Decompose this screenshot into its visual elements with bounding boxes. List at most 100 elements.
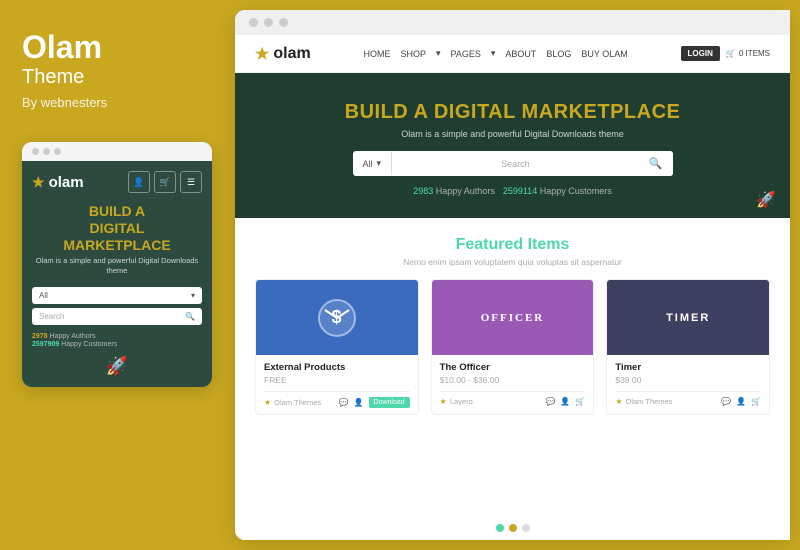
cart-button[interactable]: 🛒 0 ITEMS <box>726 49 770 58</box>
desktop-hero-sub: Olam is a simple and powerful Digital Do… <box>255 129 770 139</box>
mobile-star-icon: ★ <box>32 174 45 191</box>
nav-blog[interactable]: BLOG <box>546 49 571 59</box>
product-price-3: $39.00 <box>615 375 761 385</box>
author-star-icon-3: ★ <box>615 397 622 406</box>
bottom-dots <box>235 516 790 540</box>
nav-shop[interactable]: SHOP <box>400 49 426 59</box>
mobile-stat-authors: 2978 Happy Authors <box>32 333 202 340</box>
mobile-user-icon[interactable]: 👤 <box>128 171 150 193</box>
desktop-logo: ★ olam <box>255 44 311 64</box>
product-thumb-label-2: OFFICER <box>481 312 545 324</box>
person-icon-2: 👤 <box>560 397 570 406</box>
desktop-logo-text: olam <box>273 45 310 63</box>
mobile-menu-icon[interactable]: ☰ <box>180 171 202 193</box>
nav-home[interactable]: HOME <box>363 49 390 59</box>
search-select-value: All <box>363 159 373 169</box>
featured-title-normal: Featured <box>456 236 524 253</box>
mobile-authors-label: Happy Authors <box>50 333 96 340</box>
product-thumb-1: $ <box>256 280 418 355</box>
featured-title-accent: Items <box>528 236 570 253</box>
product-author-2: ★ Layero <box>440 397 473 406</box>
product-author-3: ★ Olam Themes <box>615 397 672 406</box>
brand-by: By webnesters <box>22 95 213 110</box>
desktop-star-icon: ★ <box>255 44 269 64</box>
mobile-nav-icons: 👤 🛒 ☰ <box>128 171 202 193</box>
mobile-hero-sub: Olam is a simple and powerful Digital Do… <box>32 256 202 277</box>
mobile-content: ★ olam 👤 🛒 ☰ BUILD A DIGITAL MARKETPLACE… <box>22 161 212 386</box>
hero-title-normal: BUILD A <box>345 101 428 123</box>
author-star-icon-2: ★ <box>440 397 447 406</box>
cart-count: 0 ITEMS <box>739 49 770 58</box>
mobile-dot-2 <box>43 148 50 155</box>
author-name-1: Olam Themes <box>274 398 321 407</box>
product-name-2: The Officer <box>440 362 586 373</box>
featured-title: Featured Items <box>255 236 770 254</box>
desktop-dot-3 <box>279 18 288 27</box>
mobile-search-row[interactable]: Search 🔍 <box>32 308 202 325</box>
product-price-2: $10.00 - $36.00 <box>440 375 586 385</box>
product-thumb-3: TIMER <box>607 280 769 355</box>
hero-title-accent: DIGITAL MARKETPLACE <box>434 101 681 123</box>
download-button-1[interactable]: Download <box>369 397 410 408</box>
mobile-stat-customers: 2597909 Happy Customers <box>32 341 202 348</box>
mobile-mockup: ★ olam 👤 🛒 ☰ BUILD A DIGITAL MARKETPLACE… <box>22 142 212 386</box>
person-icon-1: 👤 <box>354 398 364 407</box>
nav-buy-olam[interactable]: BUY OLAM <box>581 49 627 59</box>
nav-pages[interactable]: PAGES <box>451 49 481 59</box>
desktop-stat-authors: 2983 Happy Authors <box>413 186 495 196</box>
desktop-hero-title: BUILD A DIGITAL MARKETPLACE <box>255 101 770 124</box>
login-button[interactable]: LOGIN <box>681 46 720 61</box>
author-name-3: Olam Themes <box>626 397 673 406</box>
mobile-astronaut-icon: 🚀 <box>106 356 128 377</box>
featured-header: Featured Items Nemo enim ipsam voluptate… <box>255 236 770 267</box>
product-card-2: OFFICER The Officer $10.00 - $36.00 ★ La… <box>431 279 595 415</box>
desktop-stat-customers: 2599114 Happy Customers <box>503 186 612 196</box>
bottom-dot-1[interactable] <box>496 524 504 532</box>
desktop-customers-num: 2599114 <box>503 186 537 196</box>
mobile-search-group: All ▾ Search 🔍 <box>32 287 202 325</box>
nav-about[interactable]: ABOUT <box>505 49 536 59</box>
mobile-customers-num: 2597909 <box>32 341 59 348</box>
mobile-select-label: All <box>39 291 48 300</box>
desktop-search-bar: All ▾ Search 🔍 <box>353 151 673 176</box>
product-actions-1: ★ Olam Themes 💬 👤 Download <box>264 391 410 408</box>
search-button[interactable]: 🔍 <box>639 151 673 176</box>
desktop-hero: BUILD A DIGITAL MARKETPLACE Olam is a si… <box>235 73 790 218</box>
search-chevron-icon: ▾ <box>377 158 382 169</box>
product-info-1: External Products FREE ★ Olam Themes 💬 👤… <box>256 355 418 414</box>
bottom-dot-3[interactable] <box>522 524 530 532</box>
mobile-dot-3 <box>54 148 61 155</box>
desktop-dot-2 <box>264 18 273 27</box>
mobile-stats: 2978 Happy Authors 2597909 Happy Custome… <box>32 333 202 348</box>
mobile-footer-icon: 🚀 <box>32 356 202 377</box>
mobile-search-icon: 🔍 <box>185 312 195 321</box>
author-name-2: Layero <box>450 397 473 406</box>
comment-icon-1: 💬 <box>339 398 349 407</box>
product-price-1: FREE <box>264 375 410 385</box>
product-action-icons-1: 💬 👤 Download <box>339 397 410 408</box>
cart-icon: 🛒 <box>726 49 736 58</box>
product-info-2: The Officer $10.00 - $36.00 ★ Layero 💬 👤… <box>432 355 594 412</box>
left-panel: Olam Theme By webnesters ★ olam 👤 🛒 ☰ <box>0 0 235 550</box>
desktop-nav-right: LOGIN 🛒 0 ITEMS <box>681 46 770 61</box>
mobile-cart-icon[interactable]: 🛒 <box>154 171 176 193</box>
mobile-hero-line2: DIGITAL <box>90 220 145 236</box>
mobile-customers-label: Happy Customers <box>61 341 117 348</box>
mobile-logo: ★ olam <box>32 174 84 191</box>
brand-title: Olam <box>22 30 213 65</box>
search-select[interactable]: All ▾ <box>353 152 393 175</box>
mobile-authors-num: 2978 <box>32 333 48 340</box>
product-info-3: Timer $39.00 ★ Olam Themes 💬 👤 🛒 <box>607 355 769 412</box>
product-card-1: $ External Products FREE ★ Olam Themes <box>255 279 419 415</box>
product-name-1: External Products <box>264 362 410 373</box>
mobile-nav: ★ olam 👤 🛒 ☰ <box>32 171 202 193</box>
mobile-hero-text: BUILD A DIGITAL MARKETPLACE <box>32 203 202 253</box>
mobile-select[interactable]: All ▾ <box>32 287 202 304</box>
mobile-hero-line3: MARKETPLACE <box>63 237 170 253</box>
product-action-icons-3: 💬 👤 🛒 <box>721 397 761 406</box>
external-products-icon: $ <box>317 298 357 338</box>
search-magnify-icon: 🔍 <box>649 157 663 170</box>
search-input[interactable]: Search <box>392 153 639 175</box>
bottom-dot-2[interactable] <box>509 524 517 532</box>
cart-icon-3: 🛒 <box>751 397 761 406</box>
